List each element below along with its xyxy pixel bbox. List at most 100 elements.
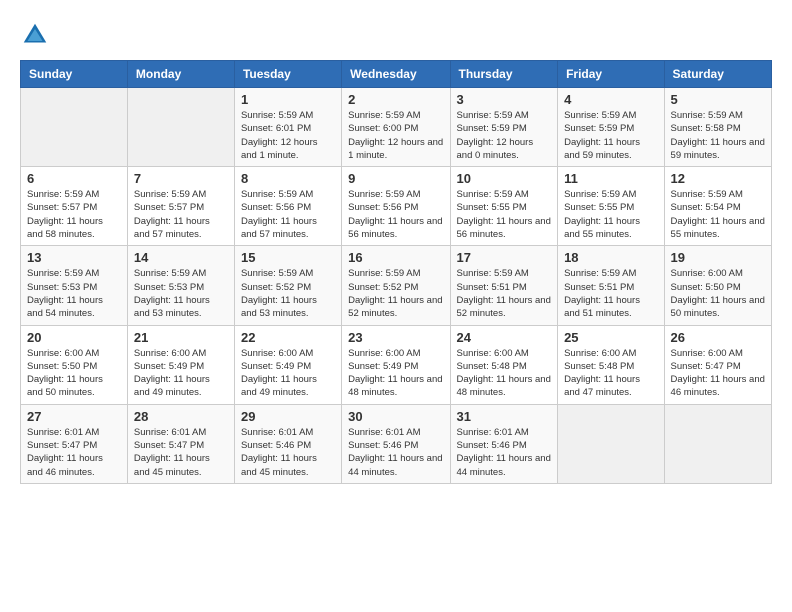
calendar-cell: 31 Sunrise: 6:01 AM Sunset: 5:46 PM Dayli… [450,404,558,483]
day-number: 27 [27,409,121,424]
calendar-week-row: 6 Sunrise: 5:59 AM Sunset: 5:57 PM Daylig… [21,167,772,246]
day-number: 7 [134,171,228,186]
day-number: 8 [241,171,335,186]
cell-info: Sunrise: 6:00 AM Sunset: 5:47 PM Dayligh… [671,347,765,400]
calendar-cell: 29 Sunrise: 6:01 AM Sunset: 5:46 PM Dayli… [234,404,341,483]
cell-info: Sunrise: 5:59 AM Sunset: 5:56 PM Dayligh… [241,188,335,241]
cell-info: Sunrise: 6:01 AM Sunset: 5:46 PM Dayligh… [457,426,552,479]
day-number: 24 [457,330,552,345]
day-number: 21 [134,330,228,345]
calendar-cell: 16 Sunrise: 5:59 AM Sunset: 5:52 PM Dayli… [342,246,450,325]
day-number: 13 [27,250,121,265]
calendar-cell [21,88,128,167]
day-number: 19 [671,250,765,265]
day-of-week-header: Monday [127,61,234,88]
calendar-week-row: 27 Sunrise: 6:01 AM Sunset: 5:47 PM Dayli… [21,404,772,483]
logo [20,20,56,50]
calendar-cell: 1 Sunrise: 5:59 AM Sunset: 6:01 PM Daylig… [234,88,341,167]
day-number: 11 [564,171,657,186]
day-number: 6 [27,171,121,186]
calendar-cell: 19 Sunrise: 6:00 AM Sunset: 5:50 PM Dayli… [664,246,771,325]
day-of-week-header: Wednesday [342,61,450,88]
cell-info: Sunrise: 6:00 AM Sunset: 5:49 PM Dayligh… [134,347,228,400]
calendar-cell: 17 Sunrise: 5:59 AM Sunset: 5:51 PM Dayli… [450,246,558,325]
cell-info: Sunrise: 6:01 AM Sunset: 5:46 PM Dayligh… [348,426,443,479]
page-header [20,20,772,50]
calendar-cell [558,404,664,483]
cell-info: Sunrise: 6:00 AM Sunset: 5:48 PM Dayligh… [457,347,552,400]
cell-info: Sunrise: 5:59 AM Sunset: 5:51 PM Dayligh… [457,267,552,320]
cell-info: Sunrise: 6:00 AM Sunset: 5:49 PM Dayligh… [348,347,443,400]
day-number: 31 [457,409,552,424]
cell-info: Sunrise: 6:01 AM Sunset: 5:47 PM Dayligh… [134,426,228,479]
calendar-cell: 9 Sunrise: 5:59 AM Sunset: 5:56 PM Daylig… [342,167,450,246]
day-of-week-header: Thursday [450,61,558,88]
calendar-cell: 5 Sunrise: 5:59 AM Sunset: 5:58 PM Daylig… [664,88,771,167]
calendar-cell: 26 Sunrise: 6:00 AM Sunset: 5:47 PM Dayli… [664,325,771,404]
calendar-week-row: 1 Sunrise: 5:59 AM Sunset: 6:01 PM Daylig… [21,88,772,167]
day-number: 29 [241,409,335,424]
day-of-week-header: Saturday [664,61,771,88]
calendar-cell: 27Sunrise: 6:01 AM Sunset: 5:47 PM Dayli… [21,404,128,483]
day-number: 5 [671,92,765,107]
day-number: 26 [671,330,765,345]
day-number: 9 [348,171,443,186]
cell-info: Sunrise: 5:59 AM Sunset: 5:52 PM Dayligh… [348,267,443,320]
day-number: 1 [241,92,335,107]
day-number: 17 [457,250,552,265]
cell-info: Sunrise: 5:59 AM Sunset: 5:54 PM Dayligh… [671,188,765,241]
calendar-cell: 21 Sunrise: 6:00 AM Sunset: 5:49 PM Dayli… [127,325,234,404]
day-number: 15 [241,250,335,265]
cell-info: Sunrise: 5:59 AM Sunset: 5:55 PM Dayligh… [564,188,657,241]
logo-icon [20,20,50,50]
calendar-cell [127,88,234,167]
day-number: 23 [348,330,443,345]
day-of-week-header: Sunday [21,61,128,88]
cell-info: Sunrise: 6:00 AM Sunset: 5:50 PM Dayligh… [27,347,121,400]
cell-info: Sunrise: 5:59 AM Sunset: 5:56 PM Dayligh… [348,188,443,241]
calendar-cell: 3Sunrise: 5:59 AM Sunset: 5:59 PM Daylig… [450,88,558,167]
day-number: 20 [27,330,121,345]
day-of-week-header: Friday [558,61,664,88]
calendar-cell: 18 Sunrise: 5:59 AM Sunset: 5:51 PM Dayli… [558,246,664,325]
cell-info: Sunrise: 5:59 AM Sunset: 5:51 PM Dayligh… [564,267,657,320]
calendar-cell: 28Sunrise: 6:01 AM Sunset: 5:47 PM Dayli… [127,404,234,483]
cell-info: Sunrise: 5:59 AM Sunset: 5:53 PM Dayligh… [27,267,121,320]
calendar-cell: 14 Sunrise: 5:59 AM Sunset: 5:53 PM Dayli… [127,246,234,325]
day-number: 25 [564,330,657,345]
day-number: 2 [348,92,443,107]
day-number: 3 [457,92,552,107]
calendar-cell [664,404,771,483]
day-number: 16 [348,250,443,265]
cell-info: Sunrise: 5:59 AM Sunset: 5:58 PM Dayligh… [671,109,765,162]
day-number: 18 [564,250,657,265]
calendar-cell: 23 Sunrise: 6:00 AM Sunset: 5:49 PM Dayli… [342,325,450,404]
calendar-cell: 20 Sunrise: 6:00 AM Sunset: 5:50 PM Dayli… [21,325,128,404]
calendar-cell: 10 Sunrise: 5:59 AM Sunset: 5:55 PM Dayli… [450,167,558,246]
cell-info: Sunrise: 5:59 AM Sunset: 5:55 PM Dayligh… [457,188,552,241]
calendar-cell: 13 Sunrise: 5:59 AM Sunset: 5:53 PM Dayli… [21,246,128,325]
cell-info: Sunrise: 6:00 AM Sunset: 5:50 PM Dayligh… [671,267,765,320]
cell-info: Sunrise: 6:00 AM Sunset: 5:49 PM Dayligh… [241,347,335,400]
cell-info: Sunrise: 5:59 AM Sunset: 5:52 PM Dayligh… [241,267,335,320]
day-number: 14 [134,250,228,265]
cell-info: Sunrise: 5:59 AM Sunset: 5:57 PM Dayligh… [134,188,228,241]
calendar-cell: 6 Sunrise: 5:59 AM Sunset: 5:57 PM Daylig… [21,167,128,246]
calendar-cell: 4Sunrise: 5:59 AM Sunset: 5:59 PM Daylig… [558,88,664,167]
cell-info: Sunrise: 5:59 AM Sunset: 5:59 PM Dayligh… [564,109,657,162]
cell-info: Sunrise: 5:59 AM Sunset: 6:00 PM Dayligh… [348,109,443,162]
calendar-cell: 12 Sunrise: 5:59 AM Sunset: 5:54 PM Dayli… [664,167,771,246]
cell-info: Sunrise: 5:59 AM Sunset: 5:53 PM Dayligh… [134,267,228,320]
day-number: 12 [671,171,765,186]
calendar-cell: 24 Sunrise: 6:00 AM Sunset: 5:48 PM Dayli… [450,325,558,404]
calendar-cell: 25 Sunrise: 6:00 AM Sunset: 5:48 PM Dayli… [558,325,664,404]
calendar-cell: 22Sunrise: 6:00 AM Sunset: 5:49 PM Dayli… [234,325,341,404]
cell-info: Sunrise: 5:59 AM Sunset: 6:01 PM Dayligh… [241,109,335,162]
calendar-cell: 15 Sunrise: 5:59 AM Sunset: 5:52 PM Dayli… [234,246,341,325]
day-number: 10 [457,171,552,186]
cell-info: Sunrise: 6:01 AM Sunset: 5:46 PM Dayligh… [241,426,335,479]
day-number: 30 [348,409,443,424]
calendar-table: SundayMondayTuesdayWednesdayThursdayFrid… [20,60,772,484]
cell-info: Sunrise: 5:59 AM Sunset: 5:57 PM Dayligh… [27,188,121,241]
cell-info: Sunrise: 6:00 AM Sunset: 5:48 PM Dayligh… [564,347,657,400]
